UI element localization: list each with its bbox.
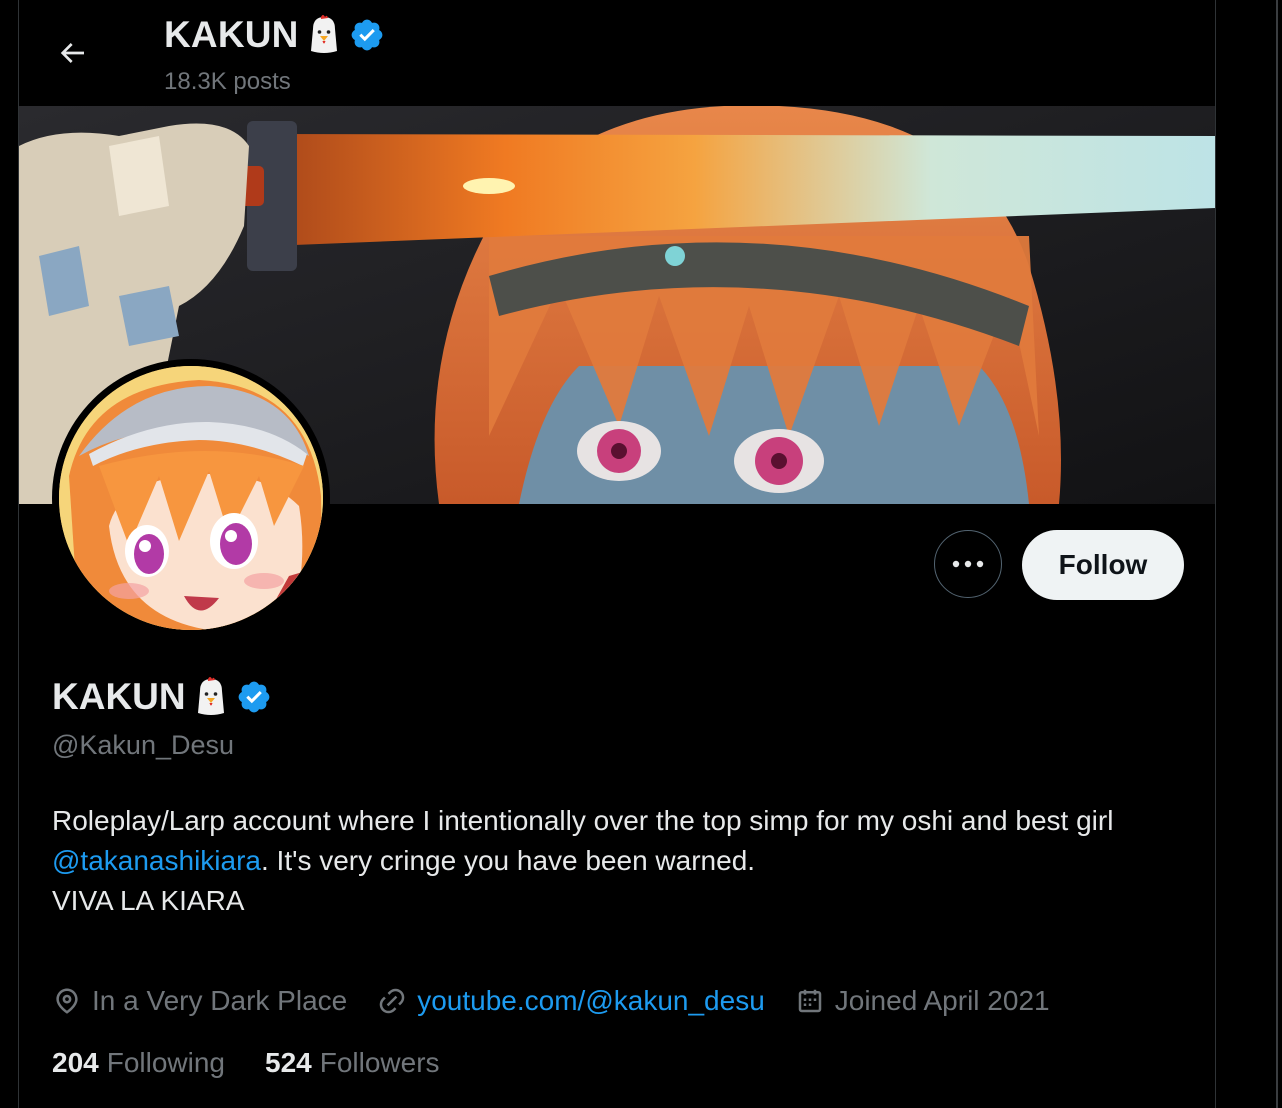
more-dots-icon	[952, 560, 984, 568]
bio-text: . It's very cringe you have been warned.	[260, 845, 756, 876]
location-text: In a Very Dark Place	[92, 985, 348, 1016]
calendar-icon	[798, 989, 822, 1013]
bio-line: @takanashikiara. It's very cringe you ha…	[52, 841, 1192, 881]
profile-avatar[interactable]	[52, 359, 330, 637]
profile-column: KAKUN 18.3K posts Follow KAKUN @Kakun_De…	[18, 0, 1216, 1108]
following-count: 204	[52, 1047, 99, 1078]
bio-mention-link[interactable]: @takanashikiara	[52, 845, 261, 876]
following-label: Following	[106, 1047, 225, 1078]
verified-badge-icon[interactable]	[236, 679, 272, 715]
arrow-left-icon	[60, 43, 84, 63]
followers-label: Followers	[319, 1047, 440, 1078]
profile-bio: Roleplay/Larp account where I intentiona…	[52, 801, 1192, 921]
link-icon	[379, 988, 405, 1014]
profile-meta: In a Very Dark Place youtube.com/@kakun_…	[52, 985, 1080, 1017]
bio-line: VIVA LA KIARA	[52, 885, 245, 916]
right-panel-edge	[1234, 0, 1282, 1108]
followers-count: 524	[265, 1047, 312, 1078]
back-button[interactable]	[49, 30, 95, 76]
joined-text: Joined April 2021	[834, 985, 1050, 1016]
follow-button[interactable]: Follow	[1022, 530, 1184, 600]
profile-stats: 204 Following 524 Followers	[52, 1047, 480, 1079]
website-link[interactable]: youtube.com/@kakun_desu	[417, 985, 765, 1017]
header-title: KAKUN	[164, 14, 385, 56]
profile-handle: @Kakun_Desu	[52, 730, 235, 760]
post-count: 18.3K posts	[164, 68, 291, 95]
scrollbar-track[interactable]	[1276, 0, 1278, 1108]
more-options-button[interactable]	[934, 530, 1002, 598]
profile-display-name: KAKUN	[52, 676, 186, 717]
chick-emoji-icon	[310, 15, 337, 53]
chick-emoji-icon	[197, 677, 224, 715]
location-item: In a Very Dark Place	[52, 985, 347, 1017]
header-display-name: KAKUN	[164, 14, 299, 55]
joined-item: Joined April 2021	[795, 985, 1050, 1017]
website-item: youtube.com/@kakun_desu	[377, 985, 765, 1017]
avatar-image	[59, 366, 323, 630]
followers-link[interactable]: 524 Followers	[265, 1047, 440, 1079]
profile-name-row: KAKUN	[52, 676, 272, 718]
location-pin-icon	[56, 988, 78, 1014]
verified-badge-icon[interactable]	[349, 17, 385, 53]
following-link[interactable]: 204 Following	[52, 1047, 225, 1079]
bio-line: Roleplay/Larp account where I intentiona…	[52, 805, 1114, 836]
